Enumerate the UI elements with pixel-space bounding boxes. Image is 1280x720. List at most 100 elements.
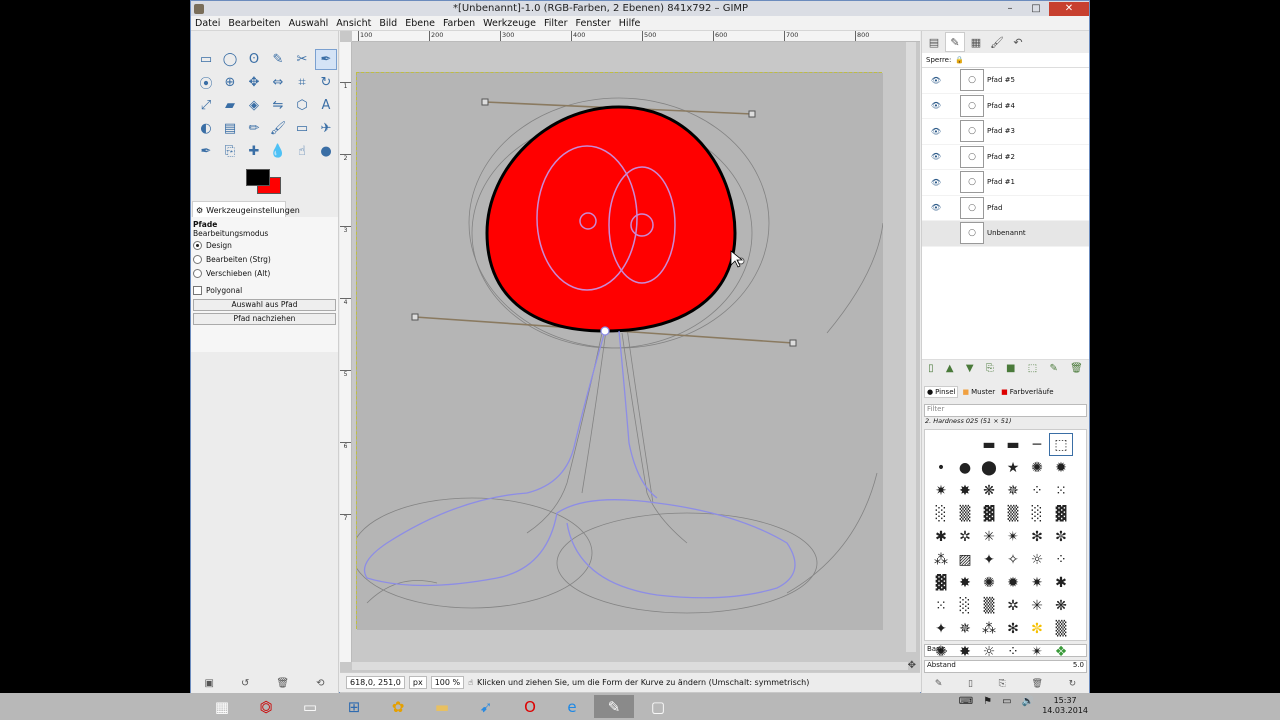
brush-swatch[interactable]: ☼: [1025, 548, 1049, 571]
bucket-fill-icon[interactable]: ◐: [195, 118, 217, 139]
brush-swatch[interactable]: ✺: [977, 571, 1001, 594]
polygonal-checkbox[interactable]: Polygonal: [193, 283, 336, 297]
brush-swatch[interactable]: ⁙: [929, 594, 953, 617]
brush-swatch[interactable]: ⁂: [977, 617, 1001, 640]
brush-swatch[interactable]: ★: [1001, 456, 1025, 479]
paths-tab-icon[interactable]: ✎: [945, 32, 965, 52]
brush-swatch[interactable]: ▨: [953, 548, 977, 571]
duplicate-brush-icon[interactable]: ⎘: [999, 679, 1006, 689]
layers-tab-icon[interactable]: ▤: [924, 32, 944, 52]
brush-swatch[interactable]: ❖: [1049, 640, 1073, 663]
brush-swatch[interactable]: ✱: [929, 525, 953, 548]
brush-swatch[interactable]: ✧: [1001, 548, 1025, 571]
brush-swatch[interactable]: ─: [1025, 433, 1049, 456]
maximize-button[interactable]: □: [1023, 2, 1049, 16]
lower-path-icon[interactable]: ▼: [966, 363, 974, 374]
color-picker-icon[interactable]: ⦿: [195, 72, 217, 93]
path-row[interactable]: 👁 ○ Pfad #3: [922, 119, 1089, 145]
brush-swatch[interactable]: ☼: [977, 640, 1001, 663]
brush-swatch[interactable]: ●: [953, 456, 977, 479]
scissors-icon[interactable]: ✂: [291, 49, 313, 70]
handle-point[interactable]: [411, 313, 419, 321]
menu-datei[interactable]: Datei: [191, 18, 224, 29]
undo-tab-icon[interactable]: ↶: [1008, 32, 1028, 52]
menu-fenster[interactable]: Fenster: [572, 18, 615, 29]
delete-path-icon[interactable]: 🗑: [1070, 363, 1083, 374]
rotate-icon[interactable]: ↻: [315, 72, 337, 93]
blur-icon[interactable]: 💧: [267, 141, 289, 162]
move-icon[interactable]: ✥: [243, 72, 265, 93]
brush-swatch[interactable]: ❋: [977, 479, 1001, 502]
brush-swatch[interactable]: ✷: [1025, 571, 1049, 594]
stroke-path-button[interactable]: Pfad nachziehen: [193, 313, 336, 325]
reset-options-icon[interactable]: ⟲: [316, 678, 324, 689]
menu-hilfe[interactable]: Hilfe: [615, 18, 645, 29]
path-row[interactable]: 👁 ○ Pfad: [922, 196, 1089, 221]
zoom-select[interactable]: 100 %: [430, 676, 465, 689]
brush-swatch[interactable]: ✹: [1049, 456, 1073, 479]
text-icon[interactable]: A: [315, 95, 337, 116]
path-row[interactable]: 👁 ○ Pfad #1: [922, 170, 1089, 196]
ie-icon[interactable]: e: [552, 695, 592, 718]
restore-options-icon[interactable]: ↺: [241, 678, 249, 689]
eraser-icon[interactable]: ▭: [291, 118, 313, 139]
flip-icon[interactable]: ⇋: [267, 95, 289, 116]
brush-swatch[interactable]: ✳: [1025, 594, 1049, 617]
blend-icon[interactable]: ▤: [219, 118, 241, 139]
refresh-brushes-icon[interactable]: ↻: [1069, 679, 1077, 689]
menu-farben[interactable]: Farben: [439, 18, 479, 29]
cage-icon[interactable]: ⬡: [291, 95, 313, 116]
ink-icon[interactable]: ✒: [195, 141, 217, 162]
brush-swatch[interactable]: ✵: [953, 617, 977, 640]
brush-swatch[interactable]: ⁘: [1049, 548, 1073, 571]
explorer-icon[interactable]: ▭: [290, 695, 330, 718]
brush-swatch[interactable]: ✸: [953, 479, 977, 502]
path-to-selection-icon[interactable]: ■: [1006, 363, 1015, 374]
visibility-eye-icon[interactable]: 👁: [922, 203, 950, 212]
menu-werkzeuge[interactable]: Werkzeuge: [479, 18, 540, 29]
paintbrush-icon[interactable]: 🖌: [267, 118, 289, 139]
menu-bearbeiten[interactable]: Bearbeiten: [224, 18, 284, 29]
lock-icon[interactable]: 🔒: [955, 56, 964, 64]
new-brush-icon[interactable]: ▯: [968, 679, 973, 689]
brush-swatch[interactable]: [929, 433, 953, 456]
visibility-eye-icon[interactable]: 👁: [922, 178, 950, 187]
brush-swatch[interactable]: ❋: [1049, 594, 1073, 617]
monitor-icon[interactable]: ▭: [1002, 696, 1011, 707]
path-row[interactable]: ○ Unbenannt: [922, 221, 1089, 247]
path-row[interactable]: 👁 ○ Pfad #2: [922, 145, 1089, 170]
apps-icon[interactable]: ▦: [202, 695, 242, 718]
menu-auswahl[interactable]: Auswahl: [285, 18, 333, 29]
horizontal-scrollbar[interactable]: [352, 662, 908, 670]
selection-to-path-icon[interactable]: ⬚: [1028, 363, 1037, 374]
menu-ebene[interactable]: Ebene: [401, 18, 439, 29]
menu-filter[interactable]: Filter: [540, 18, 572, 29]
flag-icon[interactable]: ⚑: [983, 696, 992, 707]
gimp-taskbar-icon[interactable]: ✎: [594, 695, 634, 718]
brush-swatch[interactable]: ▒: [977, 594, 1001, 617]
visibility-eye-icon[interactable]: 👁: [922, 127, 950, 136]
brush-swatch[interactable]: ✴: [1025, 640, 1049, 663]
paths-tool-icon[interactable]: ✒: [315, 49, 337, 70]
brush-swatch[interactable]: ⁘: [1025, 479, 1049, 502]
smudge-icon[interactable]: ☝: [291, 141, 313, 162]
brush-swatch[interactable]: ✦: [929, 617, 953, 640]
brush-swatch[interactable]: ▒: [953, 502, 977, 525]
edit-brush-icon[interactable]: ✎: [935, 679, 943, 689]
brush-swatch[interactable]: ⬚: [1049, 433, 1073, 456]
app-icon[interactable]: ✿: [378, 695, 418, 718]
rect-select-icon[interactable]: ▭: [195, 49, 217, 70]
clock[interactable]: 15:37 14.03.2014: [1042, 696, 1088, 716]
crop-icon[interactable]: ⌗: [291, 72, 313, 93]
brush-swatch[interactable]: ░: [1025, 502, 1049, 525]
selection-from-path-button[interactable]: Auswahl aus Pfad: [193, 299, 336, 311]
delete-brush-icon[interactable]: 🗑: [1032, 679, 1043, 689]
brush-filter-input[interactable]: Filter: [924, 404, 1087, 417]
brush-swatch[interactable]: ▓: [1049, 502, 1073, 525]
brush-swatch[interactable]: ✲: [1001, 594, 1025, 617]
mode-design-option[interactable]: Design: [193, 238, 336, 252]
tab-brushes[interactable]: ● Pinsel: [924, 386, 959, 398]
network-icon[interactable]: ⊞: [334, 695, 374, 718]
handle-point[interactable]: [789, 339, 797, 347]
brush-swatch[interactable]: ░: [929, 502, 953, 525]
